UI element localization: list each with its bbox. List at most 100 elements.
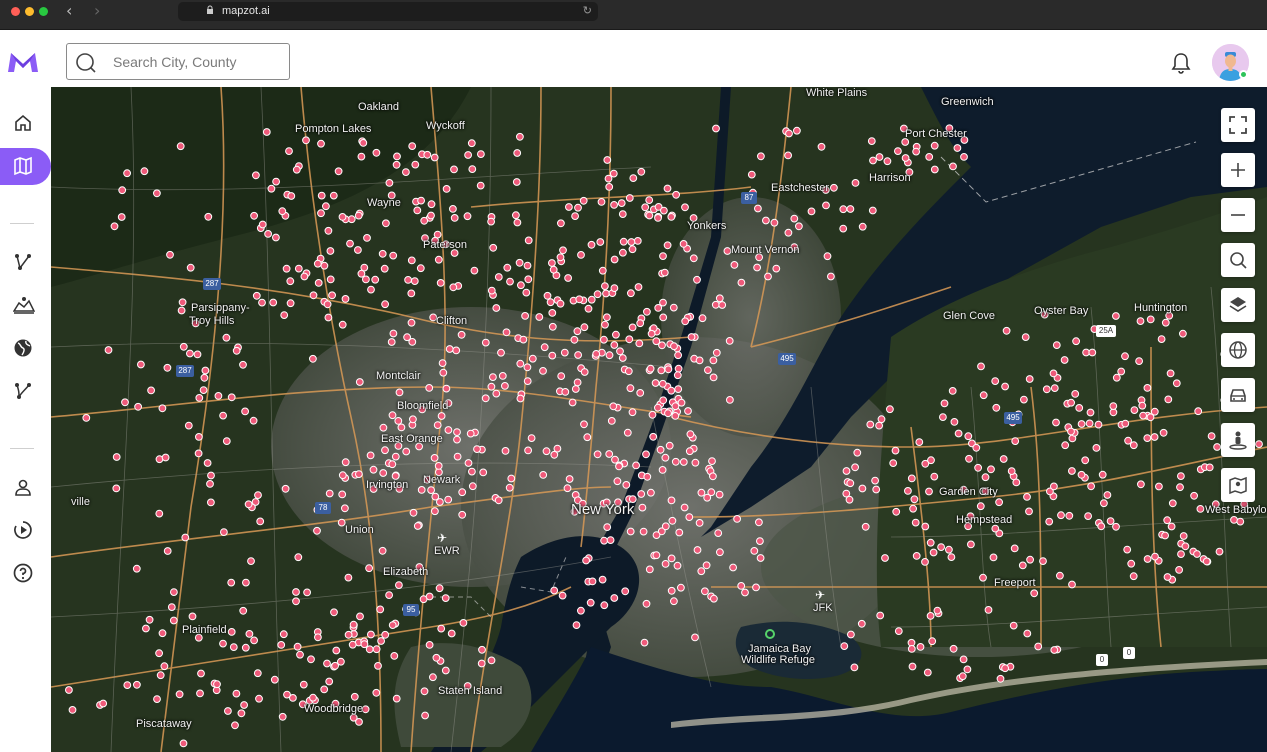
location-marker[interactable]	[1161, 531, 1169, 540]
location-marker[interactable]	[421, 711, 430, 720]
location-marker[interactable]	[691, 458, 700, 467]
location-marker[interactable]	[626, 527, 635, 536]
location-marker[interactable]	[846, 479, 855, 488]
location-marker[interactable]	[1025, 375, 1034, 383]
location-marker[interactable]	[661, 560, 670, 568]
location-marker[interactable]	[272, 233, 280, 242]
location-marker[interactable]	[1130, 406, 1139, 415]
location-marker[interactable]	[1075, 404, 1084, 412]
location-marker[interactable]	[355, 470, 363, 479]
location-marker[interactable]	[580, 323, 589, 332]
location-marker[interactable]	[252, 171, 260, 180]
location-marker[interactable]	[847, 630, 855, 639]
location-marker[interactable]	[571, 212, 579, 221]
location-marker[interactable]	[441, 594, 450, 603]
location-marker[interactable]	[227, 578, 236, 587]
location-marker[interactable]	[413, 206, 422, 215]
location-marker[interactable]	[134, 402, 142, 411]
location-marker[interactable]	[857, 619, 866, 628]
location-marker[interactable]	[572, 621, 581, 629]
location-marker[interactable]	[680, 503, 689, 512]
location-marker[interactable]	[427, 200, 436, 209]
location-marker[interactable]	[1177, 472, 1185, 481]
location-marker[interactable]	[65, 686, 73, 694]
location-marker[interactable]	[481, 394, 490, 403]
location-marker[interactable]	[381, 630, 390, 639]
location-marker[interactable]	[1025, 507, 1033, 516]
location-marker[interactable]	[877, 415, 886, 424]
location-marker[interactable]	[133, 680, 141, 689]
location-marker[interactable]	[513, 218, 522, 227]
location-marker[interactable]	[314, 279, 323, 287]
location-marker[interactable]	[453, 428, 461, 437]
location-marker[interactable]	[646, 364, 655, 373]
location-marker[interactable]	[645, 211, 654, 220]
location-marker[interactable]	[516, 394, 525, 403]
location-marker[interactable]	[628, 408, 637, 417]
location-marker[interactable]	[974, 463, 982, 472]
location-marker[interactable]	[385, 591, 394, 600]
location-marker[interactable]	[872, 485, 881, 494]
location-marker[interactable]	[395, 388, 404, 397]
location-marker[interactable]	[716, 548, 724, 557]
location-marker[interactable]	[269, 298, 278, 307]
location-marker[interactable]	[430, 454, 439, 462]
location-marker[interactable]	[186, 263, 195, 272]
location-marker[interactable]	[371, 275, 380, 284]
location-marker[interactable]	[635, 339, 644, 348]
location-marker[interactable]	[158, 404, 167, 413]
map-search-button[interactable]	[1221, 243, 1255, 277]
location-marker[interactable]	[964, 432, 973, 441]
location-marker[interactable]	[871, 476, 879, 485]
location-marker[interactable]	[795, 222, 803, 231]
location-marker[interactable]	[1207, 432, 1216, 441]
location-marker[interactable]	[1166, 369, 1175, 378]
location-marker[interactable]	[1121, 419, 1130, 428]
location-marker[interactable]	[99, 699, 108, 708]
location-marker[interactable]	[741, 588, 749, 597]
location-marker[interactable]	[1179, 532, 1188, 540]
location-marker[interactable]	[132, 564, 141, 573]
location-marker[interactable]	[1150, 407, 1159, 416]
location-marker[interactable]	[292, 588, 300, 596]
location-marker[interactable]	[1002, 326, 1011, 335]
location-marker[interactable]	[1202, 557, 1211, 566]
location-marker[interactable]	[839, 205, 848, 214]
location-marker[interactable]	[1127, 559, 1136, 568]
location-marker[interactable]	[785, 129, 793, 138]
location-marker[interactable]	[253, 669, 262, 678]
location-marker[interactable]	[195, 433, 203, 441]
location-marker[interactable]	[565, 475, 574, 483]
location-marker[interactable]	[909, 504, 917, 513]
location-marker[interactable]	[1086, 408, 1095, 417]
location-marker[interactable]	[1030, 589, 1039, 598]
location-marker[interactable]	[487, 382, 496, 391]
location-marker[interactable]	[628, 245, 637, 254]
location-marker[interactable]	[267, 184, 276, 193]
location-marker[interactable]	[981, 473, 990, 482]
location-marker[interactable]	[1061, 441, 1070, 450]
location-marker[interactable]	[1018, 561, 1027, 570]
location-marker[interactable]	[574, 351, 582, 359]
location-marker[interactable]	[390, 652, 399, 660]
location-marker[interactable]	[1121, 352, 1129, 361]
location-marker[interactable]	[754, 204, 762, 213]
location-marker[interactable]	[433, 421, 442, 430]
location-marker[interactable]	[636, 319, 645, 328]
location-marker[interactable]	[372, 645, 381, 654]
location-marker[interactable]	[388, 621, 397, 629]
location-marker[interactable]	[463, 212, 472, 221]
location-marker[interactable]	[839, 224, 848, 233]
location-marker[interactable]	[286, 277, 295, 286]
location-marker[interactable]	[492, 304, 501, 312]
location-marker[interactable]	[1087, 482, 1095, 491]
location-marker[interactable]	[449, 205, 457, 213]
location-marker[interactable]	[772, 264, 781, 273]
location-marker[interactable]	[292, 597, 300, 606]
location-marker[interactable]	[200, 373, 209, 382]
location-marker[interactable]	[709, 373, 718, 382]
location-marker[interactable]	[851, 179, 860, 187]
location-marker[interactable]	[715, 490, 724, 499]
location-marker[interactable]	[82, 414, 91, 422]
location-marker[interactable]	[539, 367, 547, 375]
